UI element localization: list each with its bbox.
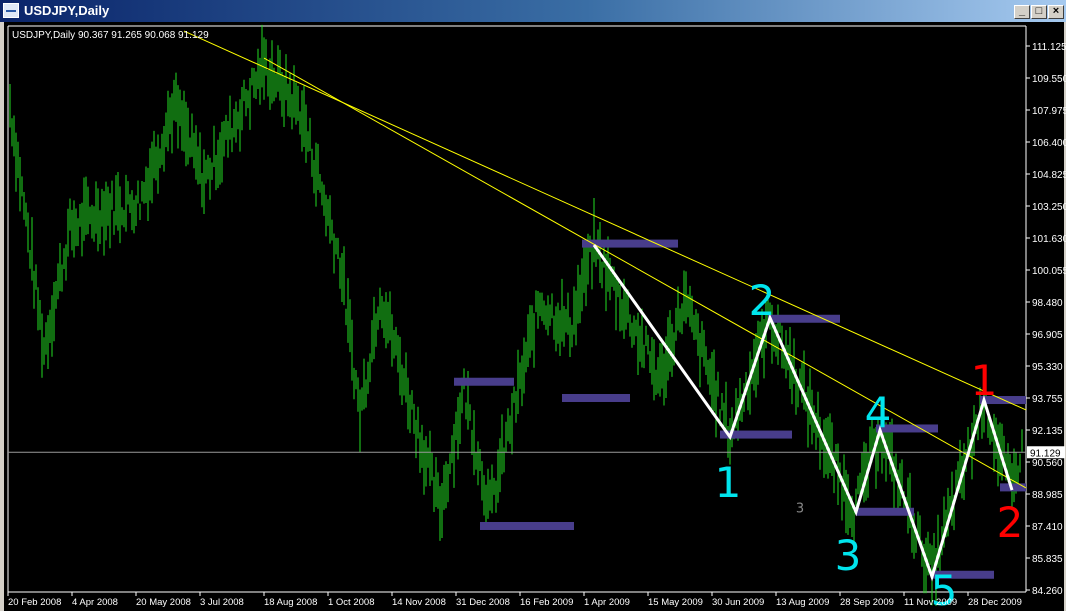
price-zone (856, 507, 914, 516)
date-tick-label: 31 Dec 2008 (456, 597, 510, 608)
price-tick-label: 104.825 (1032, 170, 1066, 181)
title-bar: USDJPY,Daily _ □ × (0, 0, 1066, 22)
chart-info-label: USDJPY,Daily 90.367 91.265 90.068 91.129 (12, 30, 209, 41)
price-zone (454, 377, 514, 386)
current-price-label: 91.129 (1030, 448, 1061, 459)
price-tick-label: 85.835 (1032, 554, 1063, 565)
price-tick-label: 100.055 (1032, 266, 1066, 277)
date-tick-label: 16 Feb 2009 (520, 597, 573, 608)
price-zone (1000, 483, 1026, 492)
price-tick-label: 109.550 (1032, 74, 1066, 85)
price-tick-label: 101.630 (1032, 234, 1066, 245)
date-tick-label: 3 Jul 2008 (200, 597, 244, 608)
date-tick-label: 15 May 2009 (648, 597, 703, 608)
price-tick-label: 98.480 (1032, 298, 1063, 309)
date-tick-label: 1 Apr 2009 (584, 597, 630, 608)
date-tick-label: 20 May 2008 (136, 597, 191, 608)
wave-label-cyan: 2 (749, 276, 776, 325)
price-tick-label: 107.975 (1032, 106, 1066, 117)
price-tick-label: 96.905 (1032, 330, 1063, 341)
wave-label-cyan: 3 (835, 531, 862, 580)
date-tick-label: 28 Sep 2009 (840, 597, 894, 608)
wave-label-cyan: 1 (715, 458, 742, 507)
price-tick-label: 92.135 (1032, 426, 1063, 437)
chart-window-icon (3, 3, 19, 18)
date-tick-label: 1 Oct 2008 (328, 597, 374, 608)
price-tick-label: 111.125 (1032, 42, 1066, 53)
wave-label-red: 1 (971, 356, 998, 405)
date-tick-label: 14 Nov 2008 (392, 597, 446, 608)
price-tick-label: 90.560 (1032, 458, 1063, 469)
maximize-button[interactable]: □ (1031, 5, 1047, 19)
price-tick-label: 103.250 (1032, 202, 1066, 213)
date-tick-label: 18 Aug 2008 (264, 597, 317, 608)
price-tick-label: 93.755 (1032, 394, 1063, 405)
price-tick-label: 88.985 (1032, 490, 1063, 501)
date-tick-label: 30 Jun 2009 (712, 597, 764, 608)
price-tick-label: 106.400 (1032, 138, 1066, 149)
minimize-button[interactable]: _ (1014, 5, 1030, 19)
date-tick-label: 13 Aug 2009 (776, 597, 829, 608)
date-tick-label: 4 Apr 2008 (72, 597, 118, 608)
date-tick-label: 20 Feb 2008 (8, 597, 61, 608)
close-button[interactable]: × (1048, 5, 1064, 19)
price-zone (480, 521, 574, 530)
price-tick-label: 87.410 (1032, 522, 1063, 533)
price-chart[interactable]: 12345123 111.125109.550107.975106.400104… (0, 22, 1066, 611)
price-zone (562, 393, 630, 402)
wave-label-red: 2 (997, 498, 1024, 547)
price-tick-label: 95.330 (1032, 362, 1063, 373)
window-title: USDJPY,Daily (24, 3, 110, 18)
date-tick-label: 11 Nov 2009 (904, 597, 957, 608)
price-tick-label: 84.260 (1032, 586, 1063, 597)
wave-label-gray: 3 (796, 502, 804, 517)
wave-label-cyan: 4 (865, 388, 892, 437)
date-tick-label: 28 Dec 2009 (968, 597, 1022, 608)
